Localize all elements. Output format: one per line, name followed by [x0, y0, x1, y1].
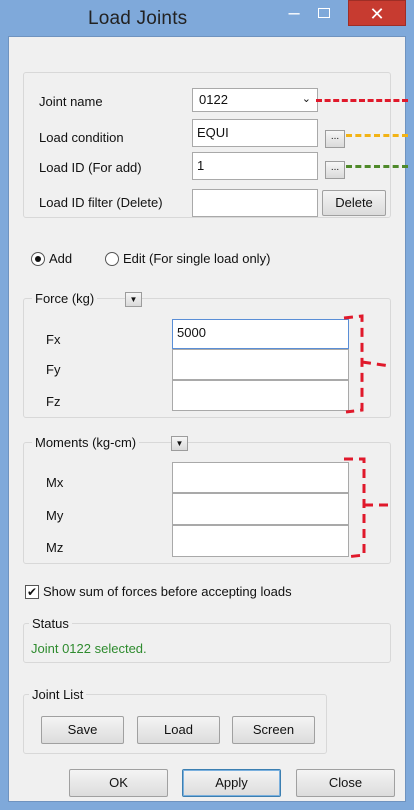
force-annotation-bracket	[343, 314, 391, 414]
add-radio[interactable]	[31, 252, 45, 266]
edit-radio[interactable]	[105, 252, 119, 266]
load-button[interactable]: Load	[137, 716, 220, 744]
status-text: Joint 0122 selected.	[31, 641, 147, 656]
load-condition-value: EQUI	[197, 125, 229, 140]
load-joints-window: Load Joints – ✕ Joint name 0122 ⌄ Load c…	[0, 0, 414, 810]
edit-radio-label[interactable]: Edit (For single load only)	[123, 251, 270, 266]
delete-button[interactable]: Delete	[322, 190, 386, 216]
window-title: Load Joints	[88, 8, 188, 29]
joint-name-select[interactable]: 0122 ⌄	[192, 88, 318, 112]
fx-field[interactable]: 5000	[172, 319, 349, 349]
force-units-dropdown-button[interactable]: ▼	[125, 292, 142, 307]
moments-legend: Moments (kg-cm)	[32, 435, 140, 450]
fy-field[interactable]	[172, 349, 349, 380]
minimize-icon[interactable]: –	[282, 3, 306, 26]
load-condition-field[interactable]: EQUI	[192, 119, 318, 147]
moments-units-dropdown-button[interactable]: ▼	[171, 436, 188, 451]
fz-label: Fz	[46, 394, 61, 409]
my-label: My	[46, 508, 64, 523]
fy-label: Fy	[46, 362, 61, 377]
mx-label: Mx	[46, 475, 64, 490]
load-id-browse-button[interactable]: ...	[325, 161, 345, 179]
my-field[interactable]	[172, 493, 349, 525]
save-button[interactable]: Save	[41, 716, 124, 744]
apply-button[interactable]: Apply	[182, 769, 281, 797]
joint-list-legend: Joint List	[29, 687, 87, 702]
show-sum-label[interactable]: Show sum of forces before accepting load…	[43, 584, 292, 599]
annotation-yellow-dashed-line	[346, 134, 408, 137]
ok-button[interactable]: OK	[69, 769, 168, 797]
annotation-green-dashed-line	[346, 165, 408, 168]
moments-annotation-bracket	[344, 457, 392, 559]
fx-label: Fx	[46, 332, 61, 347]
force-legend: Force (kg)	[32, 291, 98, 306]
load-condition-label: Load condition	[39, 130, 124, 145]
show-sum-checkbox[interactable]: ✔	[25, 585, 39, 599]
mx-field[interactable]	[172, 462, 349, 493]
close-button[interactable]: Close	[296, 769, 395, 797]
load-id-label: Load ID (For add)	[39, 160, 142, 175]
load-id-field[interactable]: 1	[192, 152, 318, 180]
chevron-down-icon: ⌄	[301, 93, 311, 105]
load-id-value: 1	[197, 158, 205, 173]
load-id-filter-label: Load ID filter (Delete)	[39, 195, 163, 210]
add-radio-label[interactable]: Add	[49, 251, 72, 266]
load-condition-browse-button[interactable]: ...	[325, 130, 345, 148]
mz-field[interactable]	[172, 525, 349, 557]
load-id-filter-field[interactable]	[192, 189, 318, 217]
close-icon[interactable]: ✕	[348, 0, 406, 26]
status-legend: Status	[29, 616, 72, 631]
title-bar[interactable]: Load Joints – ✕	[0, 0, 414, 36]
screen-button[interactable]: Screen	[232, 716, 315, 744]
annotation-red-dashed-line	[316, 99, 408, 102]
joint-name-label: Joint name	[39, 94, 103, 109]
joint-name-value: 0122	[199, 92, 228, 107]
mz-label: Mz	[46, 540, 64, 555]
fz-field[interactable]	[172, 380, 349, 411]
fx-value: 5000	[177, 325, 206, 340]
maximize-icon[interactable]	[318, 8, 330, 18]
